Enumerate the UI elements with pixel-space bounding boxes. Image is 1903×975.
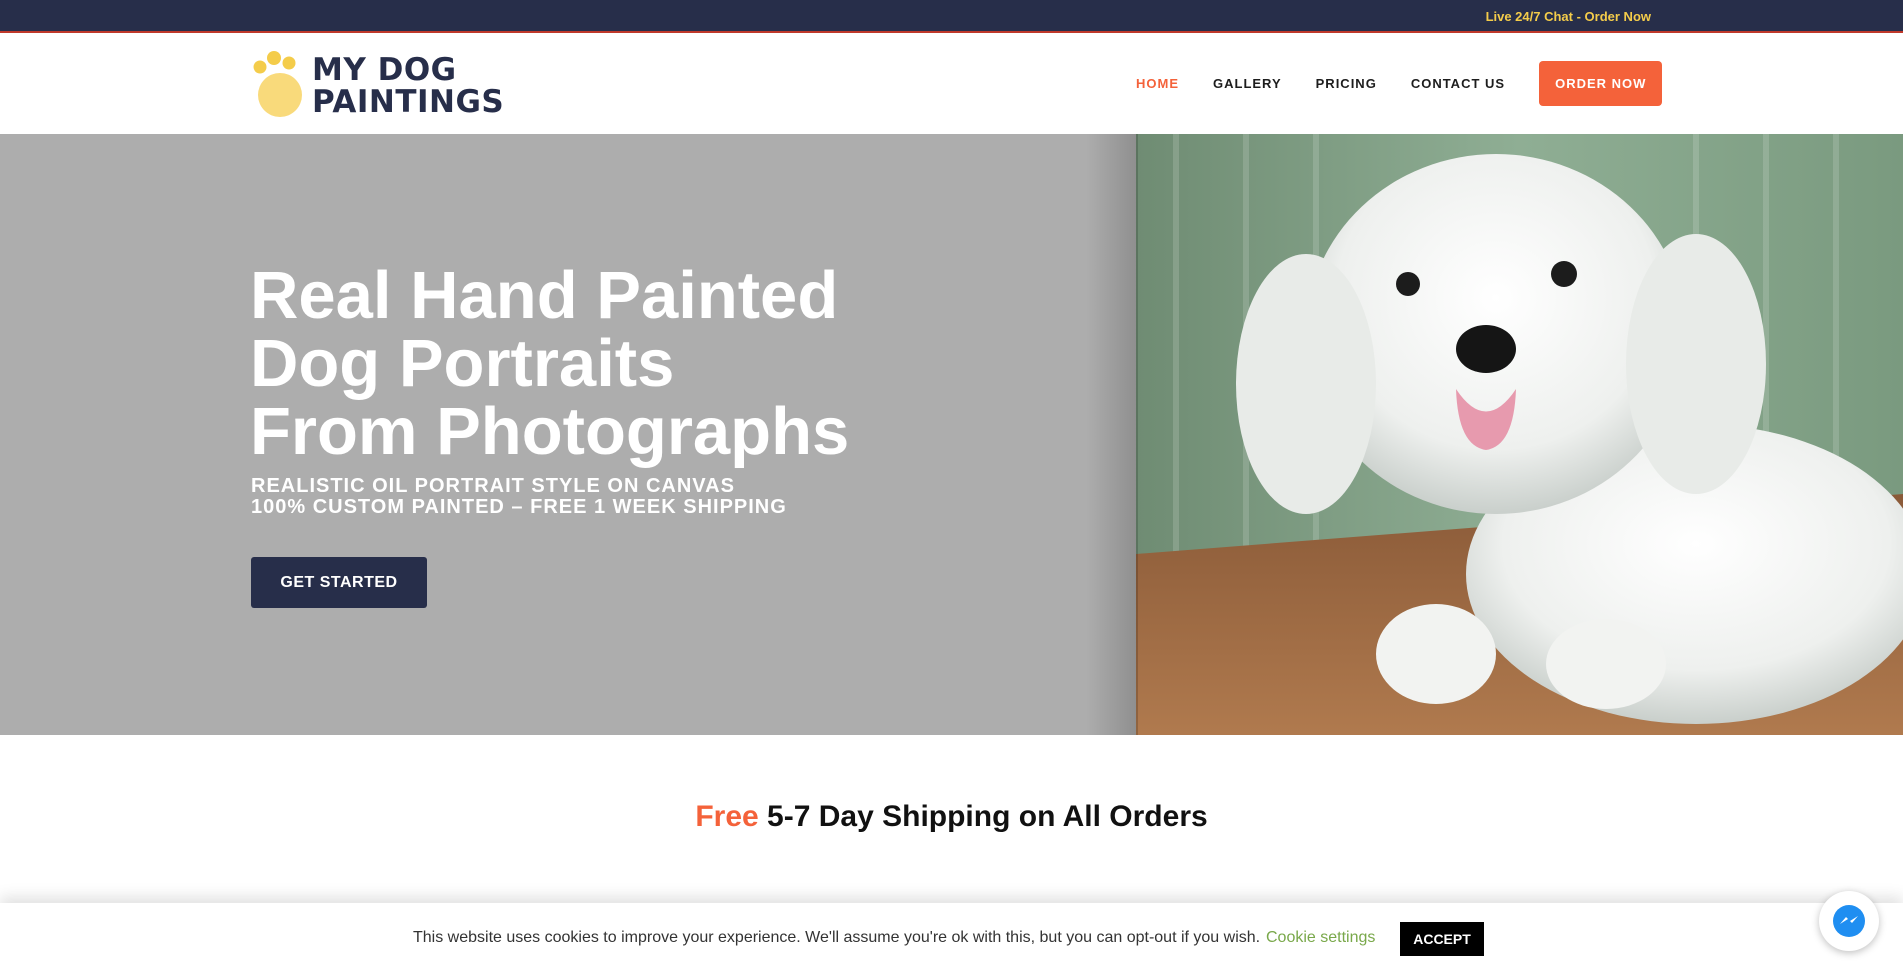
shipping-free-label: Free [695, 800, 759, 833]
hero-title-line-2: Dog Portraits [250, 326, 675, 401]
messenger-chat-button[interactable] [1819, 891, 1879, 951]
nav-item-contact-us[interactable]: CONTACT US [1411, 76, 1505, 91]
logo-line-1: MY DOG [312, 52, 457, 88]
nav-item-home[interactable]: HOME [1136, 76, 1179, 91]
hero-title: Real Hand Painted Dog Portraits From Pho… [250, 262, 890, 466]
top-bar: Live 24/7 Chat - Order Now [0, 0, 1903, 33]
live-chat-link[interactable]: Live 24/7 Chat - Order Now [1486, 9, 1651, 24]
shipping-banner: Free 5-7 Day Shipping on All Orders [0, 800, 1903, 834]
nav-item-gallery[interactable]: GALLERY [1213, 76, 1282, 91]
main-nav: HOME GALLERY PRICING CONTACT US ORDER NO… [1136, 33, 1663, 134]
logo-line-2: PAINTINGS [312, 84, 505, 120]
messenger-icon [1833, 905, 1865, 937]
cookie-settings-link[interactable]: Cookie settings [1266, 929, 1375, 947]
site-logo[interactable]: MY DOG PAINTINGS [250, 48, 510, 120]
hero-title-line-1: Real Hand Painted [250, 258, 839, 333]
hero-section: Real Hand Painted Dog Portraits From Pho… [0, 134, 1903, 735]
hero-image-shadow [1086, 134, 1138, 735]
hero-subtitle-line-1: REALISTIC OIL PORTRAIT STYLE ON CANVAS [251, 475, 735, 497]
get-started-button[interactable]: GET STARTED [251, 557, 427, 608]
cookie-message: This website uses cookies to improve you… [413, 929, 1261, 946]
hero-subtitle-line-2: 100% CUSTOM PAINTED – FREE 1 WEEK SHIPPI… [251, 496, 787, 518]
site-header: MY DOG PAINTINGS HOME GALLERY PRICING CO… [0, 33, 1903, 134]
order-now-button[interactable]: ORDER NOW [1539, 61, 1663, 106]
cookie-accept-button[interactable]: ACCEPT [1400, 922, 1484, 956]
logo-text: MY DOG PAINTINGS [312, 54, 504, 118]
cookie-bar: This website uses cookies to improve you… [0, 903, 1903, 975]
hero-title-line-3: From Photographs [250, 394, 850, 469]
hero-dog-image [1136, 134, 1903, 735]
nav-item-pricing[interactable]: PRICING [1316, 76, 1377, 91]
shipping-text: 5-7 Day Shipping on All Orders [767, 800, 1208, 833]
hero-subtitle: REALISTIC OIL PORTRAIT STYLE ON CANVAS 1… [251, 476, 787, 518]
paw-icon [253, 51, 302, 117]
